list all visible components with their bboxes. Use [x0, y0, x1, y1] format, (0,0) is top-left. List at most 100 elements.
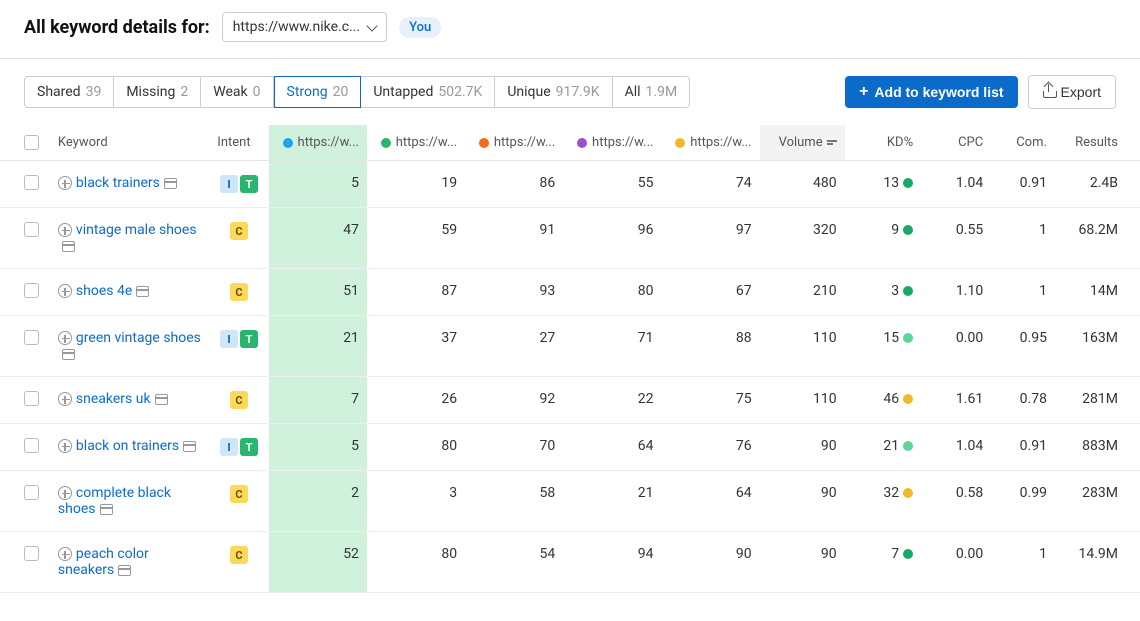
- kd-value: 15: [845, 316, 921, 377]
- col-cpc[interactable]: CPC: [921, 125, 991, 161]
- col-volume[interactable]: Volume: [760, 125, 845, 161]
- export-button-label: Export: [1061, 84, 1101, 100]
- competitor-dot-icon: [675, 138, 685, 148]
- competitor-rank: 80: [367, 532, 465, 593]
- col-competitor-0[interactable]: https://w...: [269, 125, 367, 161]
- table-row: peach color sneakersC52805494909070.0011…: [0, 532, 1140, 593]
- serp-icon[interactable]: [155, 394, 168, 405]
- row-checkbox[interactable]: [24, 546, 39, 561]
- kd-value: 13: [845, 161, 921, 208]
- row-checkbox[interactable]: [24, 330, 39, 345]
- volume-value: 90: [760, 532, 845, 593]
- select-all-checkbox[interactable]: [24, 135, 39, 150]
- keyword-link[interactable]: shoes 4e: [76, 283, 132, 299]
- competitor-rank: 75: [661, 377, 759, 424]
- expand-icon[interactable]: [58, 392, 72, 406]
- col-competitor-4[interactable]: https://w...: [661, 125, 759, 161]
- competitor-rank: 3: [367, 471, 465, 532]
- url-select[interactable]: https://www.nike.c...: [222, 12, 387, 42]
- col-results[interactable]: Results: [1055, 125, 1140, 161]
- row-checkbox[interactable]: [24, 391, 39, 406]
- col-competitor-2[interactable]: https://w...: [465, 125, 563, 161]
- competitor-rank: 21: [269, 316, 367, 377]
- col-com[interactable]: Com.: [991, 125, 1055, 161]
- serp-icon[interactable]: [183, 441, 196, 452]
- keyword-link[interactable]: green vintage shoes: [76, 330, 201, 346]
- col-competitor-3[interactable]: https://w...: [563, 125, 661, 161]
- expand-icon[interactable]: [58, 223, 72, 237]
- expand-icon[interactable]: [58, 547, 72, 561]
- competitor-rank: 96: [563, 208, 661, 269]
- serp-icon[interactable]: [136, 286, 149, 297]
- competitor-dot-icon: [479, 138, 489, 148]
- row-checkbox[interactable]: [24, 283, 39, 298]
- kd-value: 46: [845, 377, 921, 424]
- competitor-dot-icon: [577, 138, 587, 148]
- expand-icon[interactable]: [58, 439, 72, 453]
- competitor-rank: 52: [269, 532, 367, 593]
- filter-shared[interactable]: Shared39: [24, 76, 114, 108]
- filter-label: Strong: [287, 84, 328, 100]
- serp-icon[interactable]: [100, 504, 113, 515]
- competitor-rank: 64: [661, 471, 759, 532]
- filter-unique[interactable]: Unique 917.9K: [495, 76, 612, 108]
- export-icon: [1043, 86, 1055, 98]
- export-button[interactable]: Export: [1028, 75, 1116, 109]
- filter-missing[interactable]: Missing2: [114, 76, 201, 108]
- intent-badge-c: C: [230, 485, 248, 503]
- intent-badges: IT: [220, 175, 258, 193]
- intent-badge-i: I: [220, 330, 238, 348]
- competitor-rank: 97: [661, 208, 759, 269]
- filter-label: Shared: [37, 84, 81, 100]
- filter-untapped[interactable]: Untapped502.7K: [361, 76, 495, 108]
- keyword-link[interactable]: vintage male shoes: [76, 222, 197, 238]
- row-checkbox[interactable]: [24, 438, 39, 453]
- col-intent[interactable]: Intent: [209, 125, 268, 161]
- filter-strong[interactable]: Strong20: [274, 76, 362, 108]
- filter-count: 0: [253, 84, 261, 100]
- filter-label: Missing: [126, 84, 175, 100]
- table-row: shoes 4eC518793806721031.10114M: [0, 269, 1140, 316]
- filter-label: Unique: [507, 84, 550, 100]
- expand-icon[interactable]: [58, 284, 72, 298]
- add-to-keyword-list-button[interactable]: + Add to keyword list: [845, 76, 1017, 108]
- expand-icon[interactable]: [58, 331, 72, 345]
- col-competitor-1[interactable]: https://w...: [367, 125, 465, 161]
- col-kd[interactable]: KD%: [845, 125, 921, 161]
- filter-count: 917.9K: [556, 84, 600, 100]
- filter-label: Weak: [213, 84, 247, 100]
- filter-weak[interactable]: Weak 0: [201, 76, 273, 108]
- competitor-rank: 19: [367, 161, 465, 208]
- intent-badge-t: T: [240, 438, 258, 456]
- serp-icon[interactable]: [164, 178, 177, 189]
- cpc-value: 1.61: [921, 377, 991, 424]
- row-checkbox[interactable]: [24, 485, 39, 500]
- filter-label: Untapped: [373, 84, 433, 100]
- keyword-link[interactable]: black on trainers: [76, 438, 179, 454]
- competitor-rank: 80: [367, 424, 465, 471]
- com-value: 0.91: [991, 424, 1055, 471]
- filter-all[interactable]: All1.9M: [613, 76, 691, 108]
- competitor-rank: 91: [465, 208, 563, 269]
- col-keyword[interactable]: Keyword: [50, 125, 209, 161]
- results-value: 14.9M: [1055, 532, 1140, 593]
- serp-icon[interactable]: [62, 349, 75, 360]
- keyword-link[interactable]: complete black shoes: [58, 485, 171, 517]
- results-value: 163M: [1055, 316, 1140, 377]
- expand-icon[interactable]: [58, 486, 72, 500]
- competitor-rank: 80: [563, 269, 661, 316]
- competitor-rank: 67: [661, 269, 759, 316]
- competitor-rank: 7: [269, 377, 367, 424]
- kd-value: 3: [845, 269, 921, 316]
- keyword-link[interactable]: sneakers uk: [76, 391, 151, 407]
- expand-icon[interactable]: [58, 176, 72, 190]
- volume-value: 210: [760, 269, 845, 316]
- serp-icon[interactable]: [118, 565, 131, 576]
- kd-value: 32: [845, 471, 921, 532]
- cpc-value: 0.58: [921, 471, 991, 532]
- serp-icon[interactable]: [62, 241, 75, 252]
- volume-value: 480: [760, 161, 845, 208]
- keyword-link[interactable]: black trainers: [76, 175, 160, 191]
- row-checkbox[interactable]: [24, 175, 39, 190]
- row-checkbox[interactable]: [24, 222, 39, 237]
